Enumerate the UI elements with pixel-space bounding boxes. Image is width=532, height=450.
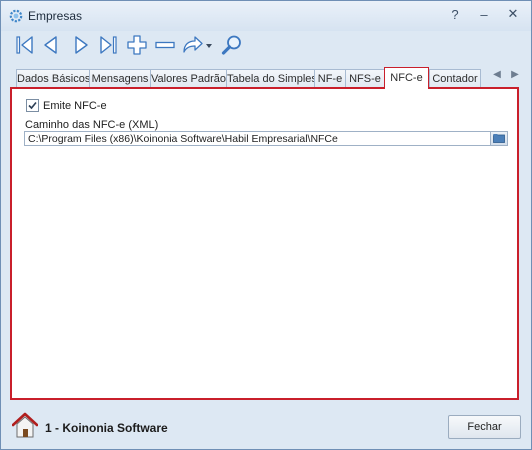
nfce-panel: Emite NFC-e Caminho das NFC-e (XML) C:\P…: [10, 87, 519, 400]
fechar-button[interactable]: Fechar: [448, 415, 521, 439]
record-toolbar: [1, 31, 531, 61]
close-window-button[interactable]: ✕: [500, 4, 526, 24]
tab-label: Tabela do Simples: [227, 73, 317, 85]
tab-scroll-right-icon[interactable]: ▶: [508, 69, 522, 83]
add-icon[interactable]: [125, 33, 149, 57]
caminho-nfce-input[interactable]: C:\Program Files (x86)\Koinonia Software…: [24, 131, 508, 146]
emite-nfce-checkbox[interactable]: [26, 99, 39, 112]
tab-nfse[interactable]: NFS-e: [345, 69, 385, 88]
caminho-nfce-value: C:\Program Files (x86)\Koinonia Software…: [28, 133, 338, 145]
tab-label: NFS-e: [349, 73, 381, 85]
company-name: 1 - Koinonia Software: [45, 421, 168, 435]
tab-label: Dados Básicos: [17, 73, 91, 85]
emite-nfce-row: Emite NFC-e: [26, 99, 107, 112]
company-window: Empresas ? – ✕ Dados Básicos Mensagens V…: [0, 0, 532, 450]
previous-record-icon[interactable]: [39, 33, 63, 57]
window-title: Empresas: [28, 9, 83, 23]
search-icon[interactable]: [220, 33, 244, 57]
checkmark-icon: [28, 101, 37, 110]
tab-label: Contador: [432, 73, 478, 85]
browse-folder-button[interactable]: [490, 132, 507, 145]
tab-tabela-do-simples[interactable]: Tabela do Simples: [226, 69, 317, 88]
first-record-icon[interactable]: [13, 33, 37, 57]
help-icon: ?: [451, 6, 459, 22]
tab-scroll-left-icon[interactable]: ◀: [490, 69, 504, 83]
minimize-button[interactable]: –: [471, 4, 497, 24]
tab-label: Valores Padrão: [151, 73, 227, 85]
emite-nfce-label: Emite NFC-e: [43, 99, 107, 112]
home-icon: [12, 412, 38, 438]
fechar-label: Fechar: [467, 421, 502, 433]
folder-icon: [493, 134, 505, 143]
next-record-icon[interactable]: [69, 33, 93, 57]
close-icon: ✕: [507, 6, 519, 21]
tab-dados-basicos[interactable]: Dados Básicos: [16, 69, 90, 88]
tab-nfe[interactable]: NF-e: [314, 69, 346, 88]
last-record-icon[interactable]: [96, 33, 120, 57]
title-bar: Empresas ? – ✕: [1, 1, 531, 31]
tab-label: NF-e: [317, 73, 343, 85]
tab-label: Mensagens: [91, 73, 149, 85]
tab-nfce[interactable]: NFC-e: [384, 67, 429, 89]
redo-icon[interactable]: [180, 33, 204, 57]
minimize-icon: –: [480, 6, 488, 22]
remove-icon[interactable]: [153, 33, 177, 57]
tab-contador[interactable]: Contador: [429, 69, 481, 88]
tab-label: NFC-e: [390, 72, 423, 84]
help-button[interactable]: ?: [442, 4, 468, 24]
app-gear-icon: [9, 9, 23, 23]
dropdown-arrow-icon[interactable]: [204, 33, 214, 57]
tab-mensagens[interactable]: Mensagens: [89, 69, 151, 88]
caminho-nfce-label: Caminho das NFC-e (XML): [25, 119, 159, 131]
tab-valores-padrao[interactable]: Valores Padrão: [150, 69, 227, 88]
footer-bar: 1 - Koinonia Software Fechar: [1, 404, 531, 449]
